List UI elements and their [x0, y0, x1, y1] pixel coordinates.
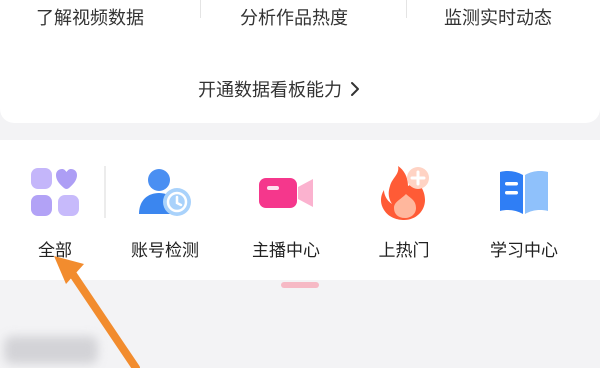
- feature-divider: [200, 0, 201, 18]
- blurred-content: [4, 336, 98, 364]
- feature-video-data: 了解视频数据: [36, 8, 144, 29]
- open-data-panel-label: 开通数据看板能力: [198, 80, 342, 101]
- grid-all-icon: [31, 168, 79, 216]
- video-camera-icon: [259, 178, 313, 208]
- open-book-icon: [500, 171, 548, 214]
- nav-item-anchor-center[interactable]: 主播中心: [231, 140, 341, 280]
- feature-work-heat: 分析作品热度: [240, 8, 348, 29]
- feature-divider: [406, 0, 407, 18]
- nav-item-study-center[interactable]: 学习中心: [469, 140, 579, 280]
- nav-label-go-hot: 上热门: [378, 241, 430, 261]
- nav-label-account-check: 账号检测: [131, 241, 199, 261]
- flame-plus-icon: [381, 166, 429, 220]
- nav-label-study-center: 学习中心: [490, 241, 558, 261]
- feature-realtime: 监测实时动态: [444, 8, 552, 29]
- person-check-icon: [139, 169, 191, 216]
- nav-item-account-check[interactable]: 账号检测: [110, 140, 220, 280]
- data-panel-card: 了解视频数据 分析作品热度 监测实时动态 开通数据看板能力: [0, 0, 600, 123]
- feature-list: 了解视频数据 分析作品热度 监测实时动态: [0, 0, 600, 34]
- nav-label-anchor-center: 主播中心: [252, 241, 320, 261]
- chevron-right-icon: [351, 82, 359, 96]
- nav-item-go-hot[interactable]: 上热门: [349, 140, 459, 280]
- nav-divider: [104, 166, 106, 218]
- open-data-panel-button[interactable]: 开通数据看板能力: [198, 73, 360, 105]
- nav-item-all[interactable]: 全部: [0, 140, 110, 280]
- active-indicator: [281, 282, 319, 288]
- service-nav: 全部 账号检测 主播中心 上热门 学习中心: [0, 140, 600, 280]
- nav-label-all: 全部: [38, 241, 72, 261]
